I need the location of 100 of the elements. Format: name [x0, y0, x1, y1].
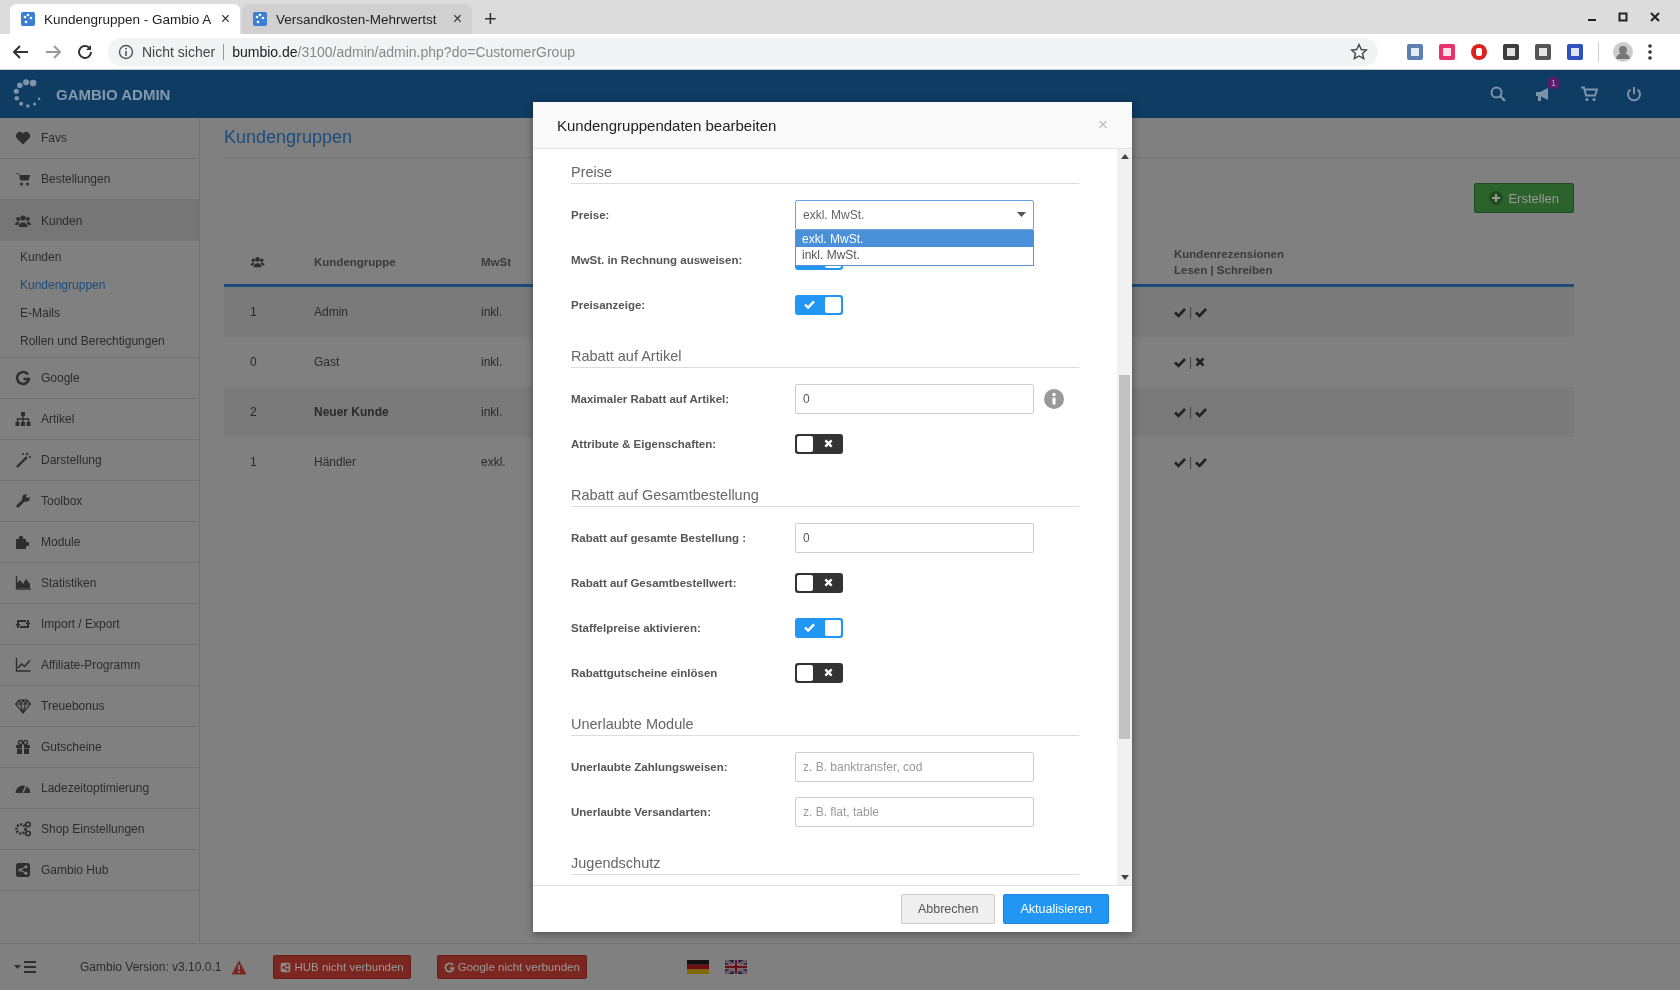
g-icon — [443, 961, 455, 973]
close-icon[interactable]: × — [220, 10, 230, 28]
area-chart-icon — [15, 575, 31, 591]
column-header: MwSt — [481, 256, 512, 268]
toggle-switch[interactable] — [795, 572, 843, 593]
input-field[interactable]: 0 — [795, 383, 1034, 414]
sidebar-item[interactable]: Statistiken — [0, 563, 199, 604]
g-icon — [15, 370, 31, 386]
table-cell: Gast — [314, 355, 340, 369]
scroll-up-icon[interactable] — [1120, 154, 1129, 159]
table-cell: inkl. — [481, 305, 503, 319]
table-cell: inkl. — [481, 405, 503, 419]
sidebar-item[interactable]: Ladezeitoptimierung — [0, 768, 199, 809]
british-flag-icon[interactable] — [724, 960, 747, 974]
search-icon[interactable] — [1490, 86, 1506, 102]
table-cell: Händler — [314, 455, 357, 469]
forward-icon[interactable] — [44, 42, 62, 61]
column-header: Kundengruppe — [314, 256, 396, 268]
status-badge[interactable]: HUB nicht verbunden — [273, 955, 411, 979]
field-label: Unerlaubte Zahlungsweisen: — [571, 760, 729, 773]
menu-toggle-icon[interactable] — [14, 961, 36, 973]
status-badge[interactable]: Google nicht verbunden — [436, 955, 587, 979]
cancel-button[interactable]: Abbrechen — [900, 894, 996, 924]
notification-badge: 1 — [1547, 77, 1560, 89]
extension-icon[interactable] — [1534, 42, 1552, 61]
address-field[interactable]: Nicht sicher bumbio.de/3100/admin/admin.php?do=CustomerGroup — [108, 37, 1378, 66]
diamond-icon — [15, 698, 31, 714]
close-button[interactable]: × — [1098, 115, 1108, 135]
sidebar-item[interactable]: Affiliate-Programm — [0, 645, 199, 686]
select-field[interactable]: exkl. MwSt. — [795, 199, 1034, 230]
table-cell: Admin — [314, 305, 348, 319]
separator-text: | — [1189, 305, 1193, 319]
toggle-switch[interactable] — [795, 617, 843, 638]
back-icon[interactable] — [12, 42, 30, 61]
input-field[interactable]: 0 — [795, 522, 1034, 553]
create-button[interactable]: Erstellen — [1474, 183, 1574, 213]
cross-icon — [824, 578, 833, 587]
sidebar-item[interactable]: Shop Einstellungen — [0, 809, 199, 850]
star-icon[interactable] — [1350, 42, 1368, 61]
table-cell: 0 — [250, 355, 257, 369]
browser-tab[interactable]: Versandkosten-Mehrwertst × — [242, 4, 472, 34]
cart-icon[interactable] — [1580, 86, 1598, 102]
sidebar-item[interactable]: Import / Export — [0, 604, 199, 645]
input-field[interactable]: z. B. banktransfer, cod — [795, 751, 1034, 782]
column-header: Lesen | Schreiben — [1174, 264, 1273, 276]
avatar-icon[interactable] — [1613, 41, 1633, 62]
caret-icon — [1017, 212, 1026, 217]
power-icon[interactable] — [1626, 86, 1642, 102]
extension-icon[interactable] — [1566, 42, 1584, 61]
sidebar-item[interactable]: Treuebonus — [0, 686, 199, 727]
sidebar-item[interactable]: Toolbox — [0, 481, 199, 522]
share-icon — [15, 862, 31, 878]
update-button[interactable]: Aktualisieren — [1003, 894, 1109, 924]
sidebar-item[interactable]: Darstellung — [0, 440, 199, 481]
sidebar-subitem[interactable]: Rollen und Berechtigungen — [0, 327, 199, 355]
plus-icon — [1489, 191, 1504, 205]
section-heading: Jugendschutz — [571, 852, 1079, 875]
sidebar-item[interactable]: Favs — [0, 118, 199, 159]
extension-icon[interactable] — [1502, 42, 1520, 61]
separator-text: | — [1189, 355, 1193, 369]
minimize-icon — [1588, 19, 1596, 21]
browser-tab[interactable]: Kundengruppen - Gambio A × — [10, 4, 240, 34]
close-icon[interactable]: × — [452, 10, 462, 28]
url-text: bumbio.de/3100/admin/admin.php?do=CustomerGroup — [232, 43, 576, 60]
page-title: Kundengruppen — [224, 127, 353, 148]
sidebar-item[interactable]: Module — [0, 522, 199, 563]
toggle-switch[interactable] — [795, 662, 843, 683]
wand-icon — [15, 452, 31, 468]
new-tab-button[interactable]: + — [484, 8, 497, 30]
scrollbar-thumb[interactable] — [1119, 375, 1130, 739]
dialog-title: Kundengruppendaten bearbeiten — [557, 116, 777, 134]
extension-icon[interactable] — [1470, 42, 1488, 61]
table-cell: 1 — [250, 455, 257, 469]
field-label: Staffelpreise aktivieren: — [571, 621, 702, 634]
input-field[interactable]: z. B. flat, table — [795, 796, 1034, 827]
toggle-switch[interactable] — [795, 294, 843, 315]
dropdown-option[interactable]: exkl. MwSt. — [796, 230, 1033, 247]
sidebar-item[interactable]: Gutscheine — [0, 727, 199, 768]
heart-icon — [15, 130, 31, 146]
table-cell: inkl. — [481, 355, 503, 369]
info-icon — [118, 43, 134, 60]
scroll-down-icon[interactable] — [1120, 875, 1129, 880]
toggle-switch[interactable] — [795, 433, 843, 454]
sidebar-item[interactable]: Gambio Hub — [0, 850, 199, 891]
dropdown-option[interactable]: inkl. MwSt. — [796, 246, 1033, 263]
sidebar-item[interactable]: Artikel — [0, 399, 199, 440]
share-icon — [280, 961, 292, 973]
sidebar-subitem[interactable]: Kundengruppen — [0, 271, 199, 299]
sidebar-item[interactable]: Google — [0, 358, 199, 399]
section-heading: Rabatt auf Artikel — [571, 345, 1079, 368]
table-cell: exkl. — [481, 455, 506, 469]
table-cell: Neuer Kunde — [314, 405, 389, 419]
field-label: Rabattgutscheine einlösen — [571, 666, 719, 679]
sidebar-subitem[interactable]: Kunden — [0, 243, 199, 271]
german-flag-icon[interactable] — [686, 960, 709, 974]
reload-icon[interactable] — [76, 42, 94, 61]
sidebar-item[interactable]: Kunden — [0, 200, 199, 241]
wrench-icon — [15, 493, 31, 509]
sidebar-subitem[interactable]: E-Mails — [0, 299, 199, 327]
menu-icon[interactable] — [1647, 42, 1653, 61]
